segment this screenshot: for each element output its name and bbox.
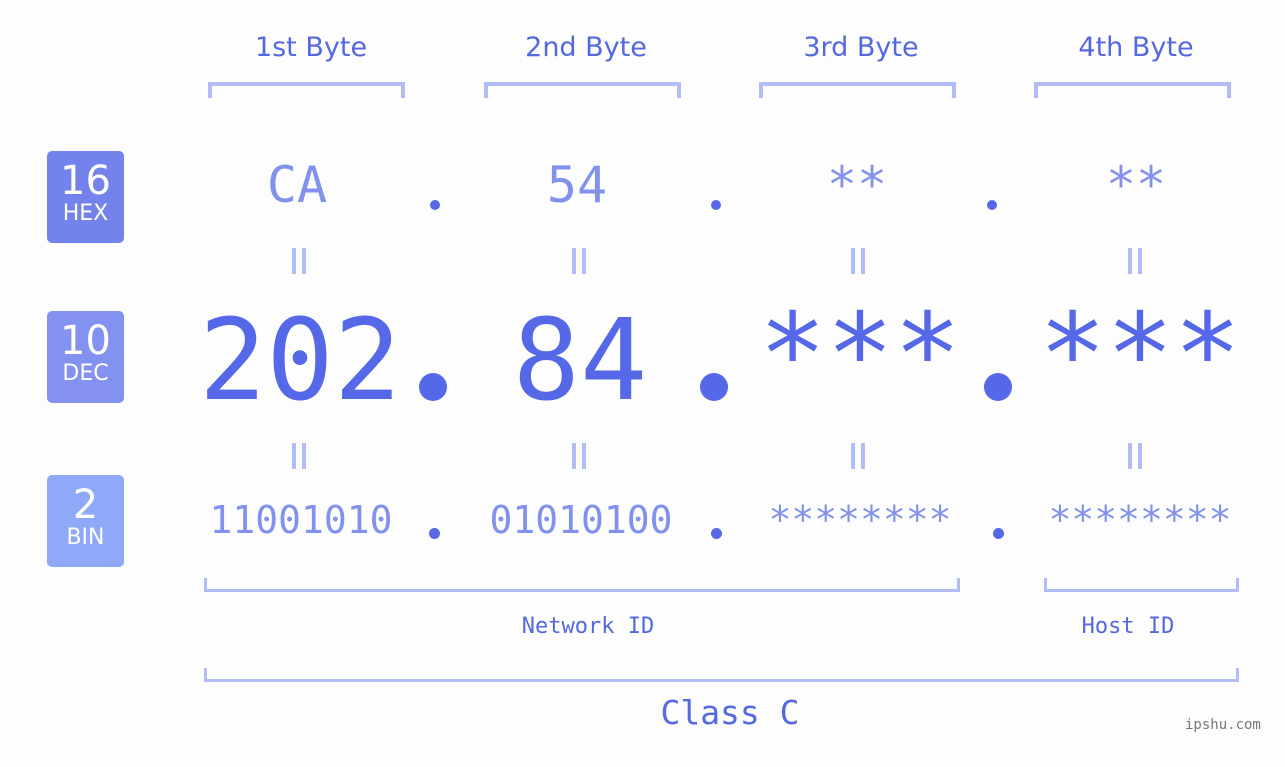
byte-header-2: 2nd Byte bbox=[525, 32, 647, 63]
byte-bracket-4 bbox=[1034, 82, 1231, 98]
network-id-bracket bbox=[204, 578, 960, 592]
bin-value-2: 01010100 bbox=[489, 498, 673, 542]
equals-icon bbox=[572, 248, 586, 274]
bin-label: BIN bbox=[66, 525, 105, 550]
byte-bracket-3 bbox=[759, 82, 956, 98]
equals-icon bbox=[1128, 248, 1142, 274]
hex-value-3: ** bbox=[826, 156, 888, 214]
bin-badge: 2 BIN bbox=[47, 475, 124, 567]
byte-bracket-2 bbox=[484, 82, 681, 98]
host-id-bracket bbox=[1044, 578, 1239, 592]
byte-header-4: 4th Byte bbox=[1078, 32, 1194, 63]
dec-value-4: *** bbox=[1038, 290, 1242, 420]
dec-separator-dot bbox=[984, 373, 1012, 401]
equals-icon bbox=[1128, 443, 1142, 469]
hex-value-2: 54 bbox=[546, 156, 608, 214]
hex-badge: 16 HEX bbox=[47, 151, 124, 243]
byte-bracket-1 bbox=[208, 82, 405, 98]
hex-base: 16 bbox=[60, 158, 111, 204]
bin-separator-dot bbox=[993, 528, 1004, 539]
bin-base: 2 bbox=[72, 482, 99, 528]
byte-header-1: 1st Byte bbox=[254, 32, 368, 63]
bin-value-1: 11001010 bbox=[209, 498, 393, 542]
equals-icon bbox=[292, 248, 306, 274]
equals-icon bbox=[851, 443, 865, 469]
bin-value-3: ******** bbox=[768, 498, 952, 542]
ip-class-label: Class C bbox=[660, 693, 800, 732]
class-bracket bbox=[204, 668, 1239, 682]
dec-badge: 10 DEC bbox=[47, 311, 124, 403]
dec-label: DEC bbox=[62, 361, 109, 386]
watermark: ipshu.com bbox=[1185, 717, 1261, 733]
bin-separator-dot bbox=[711, 528, 722, 539]
equals-icon bbox=[851, 248, 865, 274]
equals-icon bbox=[292, 443, 306, 469]
hex-separator-dot bbox=[430, 200, 440, 210]
hex-value-1: CA bbox=[266, 156, 328, 214]
dec-separator-dot bbox=[700, 373, 728, 401]
bin-value-4: ******** bbox=[1048, 498, 1232, 542]
network-id-label: Network ID bbox=[521, 614, 655, 639]
byte-header-3: 3rd Byte bbox=[803, 32, 919, 63]
dec-value-3: *** bbox=[758, 290, 962, 420]
dec-base: 10 bbox=[60, 318, 111, 364]
hex-label: HEX bbox=[62, 201, 109, 226]
hex-value-4: ** bbox=[1105, 156, 1167, 214]
hex-separator-dot bbox=[711, 200, 721, 210]
dec-value-2: 84 bbox=[512, 296, 648, 426]
equals-icon bbox=[572, 443, 586, 469]
bin-separator-dot bbox=[429, 528, 440, 539]
hex-separator-dot bbox=[987, 200, 997, 210]
dec-separator-dot bbox=[419, 373, 447, 401]
host-id-label: Host ID bbox=[1081, 614, 1175, 639]
dec-value-1: 202 bbox=[198, 296, 402, 426]
